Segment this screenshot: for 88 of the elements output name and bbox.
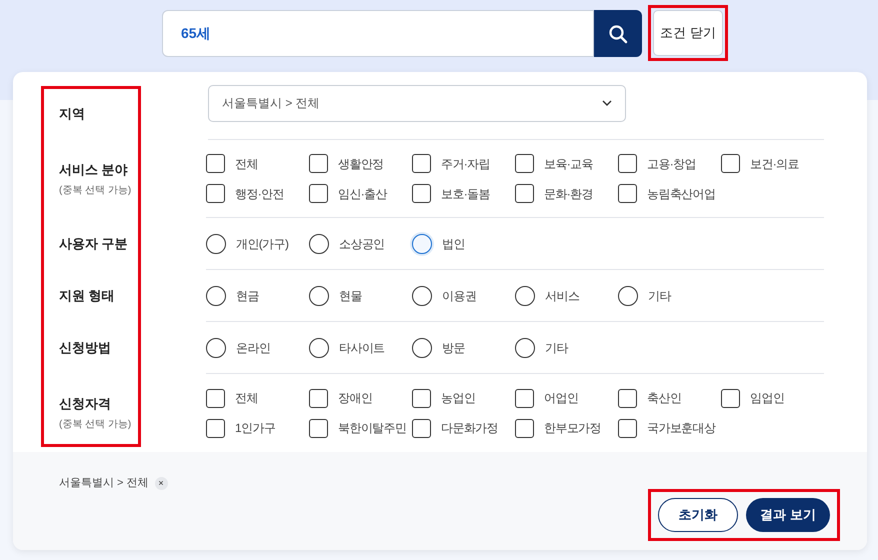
radio-button[interactable] bbox=[412, 338, 432, 358]
selected-filter-tag: 서울특별시 > 전체 bbox=[59, 475, 149, 492]
checkbox[interactable] bbox=[515, 184, 534, 203]
option-label: 보호·돌봄 bbox=[441, 186, 490, 202]
filter-label: 지원 형태 bbox=[59, 287, 116, 306]
option-label: 다문화가정 bbox=[441, 420, 498, 437]
checkbox[interactable] bbox=[618, 154, 637, 173]
option-label: 행정·안전 bbox=[235, 186, 284, 202]
option-label: 서비스 bbox=[545, 288, 580, 304]
checkbox[interactable] bbox=[618, 388, 637, 408]
radio-button[interactable] bbox=[206, 286, 226, 306]
option-label: 개인(가구) bbox=[236, 236, 288, 252]
filter-note: (중복 선택 가능) bbox=[59, 184, 132, 198]
filter-label: 서비스 분야 bbox=[59, 161, 129, 180]
option-label: 생활안정 bbox=[338, 156, 384, 172]
checkbox[interactable] bbox=[412, 388, 431, 408]
checkbox[interactable] bbox=[515, 418, 534, 438]
radio-button[interactable] bbox=[206, 234, 226, 254]
option-label: 보육·교육 bbox=[544, 156, 593, 172]
radio-button[interactable] bbox=[309, 338, 329, 358]
checkbox[interactable] bbox=[206, 388, 225, 408]
search-field[interactable]: 65세 bbox=[162, 10, 594, 57]
option-label: 북한이탈주민 bbox=[338, 420, 406, 437]
option-label: 기타 bbox=[545, 340, 568, 356]
checkbox[interactable] bbox=[309, 154, 328, 173]
apply-button[interactable]: 결과 보기 bbox=[746, 498, 830, 532]
radio-button[interactable] bbox=[412, 234, 432, 254]
checkbox[interactable] bbox=[309, 418, 328, 438]
option-label: 축산인 bbox=[647, 390, 682, 407]
option-label: 주거·자립 bbox=[441, 156, 490, 172]
option-label: 한부모가정 bbox=[544, 420, 602, 437]
option-label: 농업인 bbox=[441, 390, 476, 407]
option-label: 1인가구 bbox=[235, 420, 276, 437]
option-label: 방문 bbox=[442, 340, 465, 356]
checkbox[interactable] bbox=[515, 388, 534, 408]
search-button[interactable] bbox=[594, 10, 642, 57]
checkbox[interactable] bbox=[721, 388, 740, 408]
option-label: 타사이트 bbox=[339, 340, 385, 356]
radio-button[interactable] bbox=[618, 286, 638, 306]
filter-note: (중복 선택 가능) bbox=[59, 418, 132, 432]
option-label: 어업인 bbox=[544, 390, 578, 407]
close-filters-button[interactable]: 조건 닫기 bbox=[653, 10, 723, 56]
chevron-down-icon bbox=[602, 100, 612, 106]
option-label: 기타 bbox=[648, 288, 671, 304]
option-label: 법인 bbox=[442, 236, 465, 252]
filter-label: 지역 bbox=[59, 104, 86, 123]
checkbox[interactable] bbox=[618, 418, 637, 438]
reset-button[interactable]: 초기화 bbox=[658, 498, 738, 532]
option-label: 임신·출산 bbox=[338, 186, 387, 202]
checkbox[interactable] bbox=[309, 388, 328, 408]
option-label: 농림축산어업 bbox=[647, 186, 716, 202]
option-label: 소상공인 bbox=[339, 236, 385, 252]
filter-label: 신청자격 bbox=[59, 395, 112, 414]
checkbox[interactable] bbox=[412, 418, 431, 438]
filter-label: 사용자 구분 bbox=[59, 235, 129, 254]
option-label: 현물 bbox=[339, 288, 362, 304]
checkbox[interactable] bbox=[412, 184, 431, 203]
option-label: 고용·창업 bbox=[647, 156, 696, 172]
filter-label: 신청방법 bbox=[59, 339, 112, 358]
checkbox[interactable] bbox=[206, 418, 225, 438]
dropdown-value: 서울특별시 > 전체 bbox=[222, 95, 320, 112]
checkbox[interactable] bbox=[515, 154, 534, 173]
radio-button[interactable] bbox=[515, 338, 535, 358]
checkbox[interactable] bbox=[206, 184, 225, 203]
option-label: 이용권 bbox=[442, 288, 476, 304]
region-dropdown[interactable]: 서울특별시 > 전체 bbox=[208, 84, 626, 122]
option-label: 현금 bbox=[236, 288, 259, 304]
checkbox[interactable] bbox=[618, 184, 637, 203]
option-label: 문화·환경 bbox=[544, 186, 593, 202]
option-label: 온라인 bbox=[236, 340, 270, 356]
checkbox[interactable] bbox=[309, 184, 328, 203]
checkbox[interactable] bbox=[721, 154, 740, 173]
option-label: 장애인 bbox=[338, 390, 372, 407]
remove-tag-button[interactable]: × bbox=[154, 476, 168, 490]
radio-button[interactable] bbox=[412, 286, 432, 306]
radio-button[interactable] bbox=[309, 286, 329, 306]
radio-button[interactable] bbox=[309, 234, 329, 254]
option-label: 국가보훈대상 bbox=[647, 420, 716, 437]
option-label: 보건·의료 bbox=[750, 156, 799, 172]
search-icon bbox=[608, 24, 628, 44]
option-label: 전체 bbox=[235, 156, 258, 172]
checkbox[interactable] bbox=[412, 154, 431, 173]
radio-button[interactable] bbox=[206, 338, 226, 358]
option-label: 전체 bbox=[235, 390, 258, 407]
option-label: 임업인 bbox=[750, 390, 784, 407]
checkbox[interactable] bbox=[206, 154, 225, 173]
search-input-text[interactable]: 65세 bbox=[181, 23, 593, 44]
radio-button[interactable] bbox=[515, 286, 535, 306]
